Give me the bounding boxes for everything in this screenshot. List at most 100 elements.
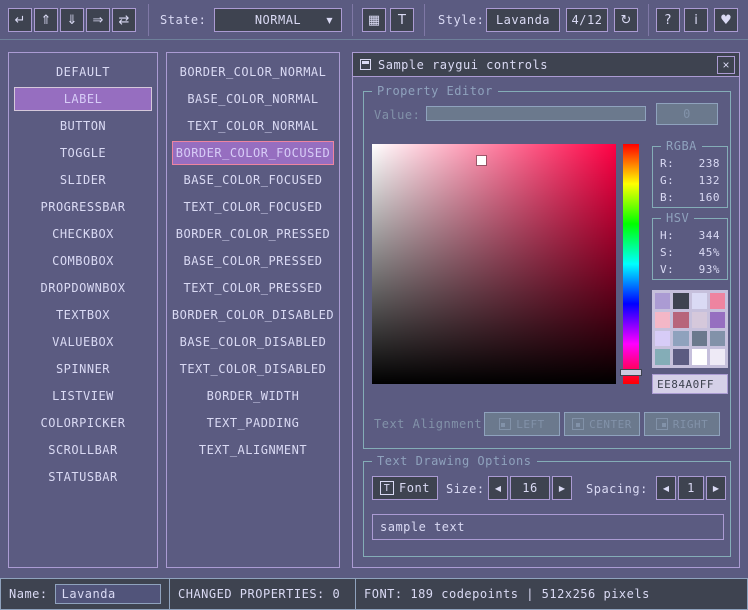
color-swatch[interactable] (710, 312, 725, 328)
color-swatch[interactable] (673, 331, 688, 347)
style-table-button[interactable]: ▦ (362, 8, 386, 32)
value-box-text: 0 (683, 107, 691, 121)
hex-color-input[interactable]: EE84A0FF (652, 374, 728, 394)
property-list-item[interactable]: TEXT_COLOR_PRESSED (172, 276, 334, 300)
style-name-input[interactable]: Lavanda (55, 584, 161, 604)
spacing-decrease-button[interactable]: ◀ (656, 476, 676, 500)
property-list-item[interactable]: TEXT_COLOR_NORMAL (172, 114, 334, 138)
property-list-item[interactable]: BORDER_WIDTH (172, 384, 334, 408)
control-list-item[interactable]: SLIDER (14, 168, 152, 192)
sponsor-button[interactable]: ♥ (714, 8, 738, 32)
property-list-item[interactable]: BASE_COLOR_FOCUSED (172, 168, 334, 192)
name-label: Name: (9, 587, 48, 601)
property-list-item[interactable]: BORDER_COLOR_NORMAL (172, 60, 334, 84)
property-list-item[interactable]: TEXT_ALIGNMENT (172, 438, 334, 462)
random-style-button[interactable]: ⇄ (112, 8, 136, 32)
property-list-item[interactable]: TEXT_COLOR_FOCUSED (172, 195, 334, 219)
color-swatch[interactable] (655, 312, 670, 328)
property-list-item[interactable]: BASE_COLOR_PRESSED (172, 249, 334, 273)
rgba-green-label: G: (660, 174, 674, 187)
font-button[interactable]: T Font (372, 476, 438, 500)
color-swatch[interactable] (655, 293, 670, 309)
control-list-item[interactable]: TEXTBOX (14, 303, 152, 327)
control-list-item[interactable]: STATUSBAR (14, 465, 152, 489)
property-list-item[interactable]: BASE_COLOR_DISABLED (172, 330, 334, 354)
size-value: 16 (522, 481, 537, 495)
value-box[interactable]: 0 (656, 103, 718, 125)
font-button-label: Font (399, 481, 430, 495)
window-titlebar[interactable]: Sample raygui controls × (353, 53, 739, 77)
size-value-box[interactable]: 16 (510, 476, 550, 500)
color-picker-cursor[interactable] (477, 156, 486, 165)
control-list-item[interactable]: SCROLLBAR (14, 438, 152, 462)
new-style-button[interactable]: ↵ (8, 8, 32, 32)
help-button[interactable]: ? (656, 8, 680, 32)
control-list-item[interactable]: COLORPICKER (14, 411, 152, 435)
state-label: State: (160, 13, 206, 27)
control-list-item[interactable]: COMBOBOX (14, 249, 152, 273)
property-list-item[interactable]: BASE_COLOR_NORMAL (172, 87, 334, 111)
value-slider[interactable] (426, 106, 646, 121)
control-list-item[interactable]: LABEL (14, 87, 152, 111)
control-list-item[interactable]: BUTTON (14, 114, 152, 138)
control-list-item[interactable]: DEFAULT (14, 60, 152, 84)
sample-text-input[interactable]: sample text (372, 514, 724, 540)
hue-slider-handle[interactable] (620, 369, 642, 376)
hsv-hue-row: H:344 (653, 227, 727, 244)
close-icon: × (722, 58, 729, 72)
color-swatch[interactable] (673, 349, 688, 365)
load-style-button[interactable]: ⇑ (34, 8, 58, 32)
spacing-value-box[interactable]: 1 (678, 476, 704, 500)
align-left-button[interactable]: LEFT (484, 412, 560, 436)
reload-style-button[interactable]: ↻ (614, 8, 638, 32)
export-style-button[interactable]: ⇒ (86, 8, 110, 32)
property-list-item[interactable]: TEXT_COLOR_DISABLED (172, 357, 334, 381)
color-swatch-grid (652, 290, 728, 368)
sample-text-value: sample text (380, 520, 465, 534)
align-right-button[interactable]: RIGHT (644, 412, 720, 436)
color-swatch[interactable] (710, 349, 725, 365)
color-swatch[interactable] (692, 331, 707, 347)
color-swatch[interactable] (692, 293, 707, 309)
color-swatch[interactable] (655, 331, 670, 347)
property-list-item[interactable]: TEXT_PADDING (172, 411, 334, 435)
about-button[interactable]: i (684, 8, 708, 32)
shuffle-icon: ⇄ (119, 13, 130, 28)
control-list-item[interactable]: DROPDOWNBOX (14, 276, 152, 300)
property-list-item[interactable]: BORDER_COLOR_DISABLED (172, 303, 334, 327)
toolbar-divider (424, 4, 425, 36)
hsv-saturation-label: S: (660, 246, 674, 259)
close-button[interactable]: × (717, 56, 735, 74)
spacing-label: Spacing: (586, 482, 648, 496)
color-picker-panel[interactable] (372, 144, 616, 384)
control-list-item[interactable]: CHECKBOX (14, 222, 152, 246)
spacing-increase-button[interactable]: ▶ (706, 476, 726, 500)
color-swatch[interactable] (710, 331, 725, 347)
hue-slider[interactable] (623, 144, 639, 384)
state-dropdown[interactable]: NORMAL ▼ (214, 8, 342, 32)
align-center-button[interactable]: CENTER (564, 412, 640, 436)
color-swatch[interactable] (673, 312, 688, 328)
heart-icon: ♥ (720, 13, 732, 28)
font-atlas-button[interactable]: T (390, 8, 414, 32)
color-swatch[interactable] (692, 349, 707, 365)
rgba-red-value: 238 (699, 157, 720, 170)
color-swatch[interactable] (655, 349, 670, 365)
size-increase-button[interactable]: ▶ (552, 476, 572, 500)
style-index[interactable]: 4/12 (566, 8, 608, 32)
color-swatch[interactable] (692, 312, 707, 328)
control-list-item[interactable]: LISTVIEW (14, 384, 152, 408)
style-name-box[interactable]: Lavanda (486, 8, 560, 32)
property-list-item[interactable]: BORDER_COLOR_PRESSED (172, 222, 334, 246)
control-list-item[interactable]: SPINNER (14, 357, 152, 381)
window-icon (360, 59, 371, 70)
control-list-item[interactable]: TOGGLE (14, 141, 152, 165)
color-swatch[interactable] (673, 293, 688, 309)
property-list-item[interactable]: BORDER_COLOR_FOCUSED (172, 141, 334, 165)
save-style-button[interactable]: ⇓ (60, 8, 84, 32)
size-decrease-button[interactable]: ◀ (488, 476, 508, 500)
control-list-item[interactable]: VALUEBOX (14, 330, 152, 354)
control-list-item[interactable]: PROGRESSBAR (14, 195, 152, 219)
color-swatch[interactable] (710, 293, 725, 309)
hsv-hue-label: H: (660, 229, 674, 242)
